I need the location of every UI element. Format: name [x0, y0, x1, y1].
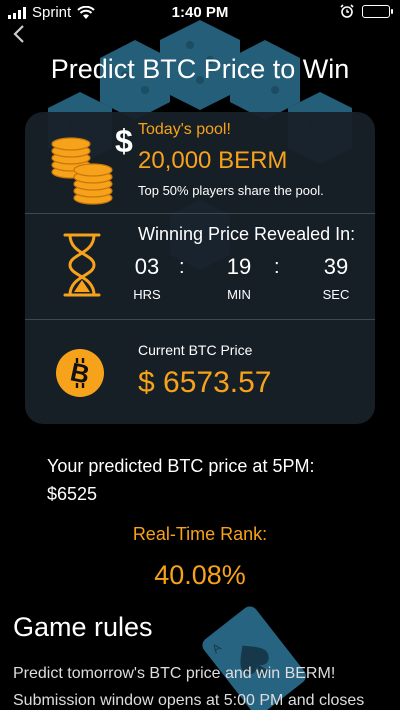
countdown-seconds: 39 SEC	[316, 254, 356, 302]
countdown-label: Winning Price Revealed In:	[138, 224, 356, 244]
countdown-minutes: 19 MIN	[219, 254, 259, 302]
minutes-value: 19	[226, 254, 252, 279]
btc-price-row: B Current BTC Price $ 6573.57	[25, 320, 375, 424]
btc-price-label: Current BTC Price	[138, 342, 253, 358]
minutes-unit: MIN	[227, 287, 251, 302]
pool-card: $ Today's pool! 20,000 BERM Top 50% play…	[25, 112, 375, 424]
seconds-unit: SEC	[322, 287, 350, 302]
countdown-row: Winning Price Revealed In: 03 HRS : 19 M…	[25, 214, 375, 320]
rank-value: 40.08%	[154, 560, 246, 590]
btc-price-value: $ 6573.57	[138, 366, 272, 399]
coins-icon: $	[51, 123, 133, 205]
page-title: Predict BTC Price to Win	[50, 54, 350, 84]
colon-separator: :	[179, 256, 185, 278]
pool-description: Top 50% players share the pool.	[138, 183, 324, 198]
rank-label: Real-Time Rank:	[132, 524, 268, 544]
rules-text: Predict tomorrow's BTC price and win BER…	[13, 665, 365, 709]
hours-unit: HRS	[133, 287, 161, 302]
svg-text:$: $	[115, 123, 133, 159]
alarm-icon	[340, 4, 354, 18]
pool-label: Today's pool!	[138, 121, 231, 138]
rules-title: Game rules	[13, 612, 153, 642]
pool-amount: 20,000 BERM	[138, 147, 288, 174]
bitcoin-icon: B	[56, 349, 104, 397]
back-button[interactable]	[12, 20, 26, 51]
pool-row: $ Today's pool! 20,000 BERM Top 50% play…	[25, 112, 375, 214]
battery-icon	[362, 4, 393, 18]
countdown-hours: 03 HRS	[127, 254, 167, 302]
prediction-label: Your predicted BTC price at 5PM:	[47, 456, 315, 476]
seconds-value: 39	[323, 254, 349, 279]
status-right	[340, 4, 393, 18]
hours-value: 03	[134, 254, 160, 279]
chevron-left-icon	[13, 25, 24, 43]
prediction-value: $6525	[47, 484, 98, 504]
colon-separator: :	[274, 256, 280, 278]
hourglass-icon	[63, 233, 101, 297]
